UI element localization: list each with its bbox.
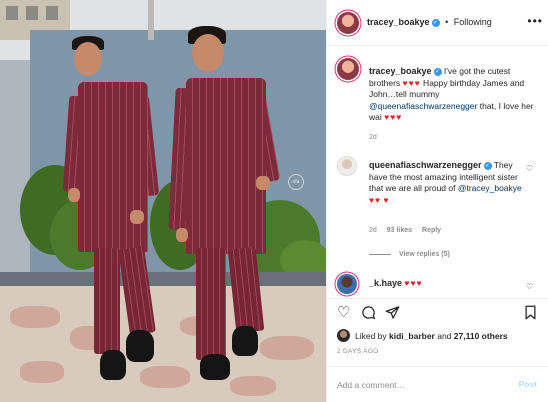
photo-watermark: ofa (288, 174, 304, 190)
post-comment-button[interactable]: Post (519, 379, 537, 389)
caption-time[interactable]: 2d (369, 134, 377, 141)
heart-emojis: ♥♥♥ (402, 77, 421, 88)
post-header: tracey_boakye ✓ • Following ••• (327, 0, 548, 46)
comment-text: _k.haye ♥♥♥ (369, 278, 423, 288)
caption-mention[interactable]: @queenafiaschwarzenegger (369, 101, 477, 111)
commenter-username[interactable]: queenafiaschwarzenegger (369, 160, 482, 170)
heart-emojis: ♥♥ (369, 194, 382, 205)
comment-time[interactable]: 2d (369, 227, 377, 234)
add-comment-input[interactable] (337, 378, 497, 392)
heart-emojis: ♥♥♥ (404, 278, 423, 288)
likes-prefix: Liked by (355, 331, 390, 341)
verified-icon: ✓ (431, 18, 440, 27)
verified-icon: ✓ (483, 161, 492, 170)
author-row: tracey_boakye ✓ • Following (367, 17, 492, 27)
action-bar: ♡ (327, 298, 548, 328)
comment-text: queenafiaschwarzenegger ✓ They have the m… (369, 160, 529, 206)
view-replies-label: View replies (5) (399, 251, 450, 258)
photo-ledge (0, 272, 326, 286)
dot-separator: • (445, 17, 449, 27)
view-replies-button[interactable]: View replies (5) (369, 251, 450, 258)
commenter-username[interactable]: _k.haye (369, 278, 402, 288)
reply-button[interactable]: Reply (422, 227, 441, 234)
comment-mention[interactable]: @tracey_boakye (458, 183, 522, 193)
commenter-avatar[interactable] (337, 274, 357, 294)
caption-avatar[interactable] (337, 58, 359, 80)
add-comment-bar: Post (327, 366, 548, 402)
like-comment-icon[interactable]: ♡ (526, 164, 533, 173)
more-options-icon[interactable]: ••• (527, 14, 543, 28)
like-comment-icon[interactable]: ♡ (526, 282, 533, 291)
author-username[interactable]: tracey_boakye (367, 17, 430, 27)
share-icon[interactable] (385, 305, 400, 324)
caption-username[interactable]: tracey_boakye (369, 66, 432, 76)
likes-count[interactable]: 27,110 others (454, 331, 508, 341)
post-date[interactable]: 2 DAYS AGO (337, 348, 379, 355)
likes-middle: and (434, 331, 454, 341)
comment-meta: 2d 93 likes Reply (369, 227, 449, 234)
author-avatar[interactable] (337, 12, 359, 34)
bookmark-icon[interactable] (524, 305, 537, 324)
comment-likes[interactable]: 93 likes (387, 227, 412, 234)
verified-icon: ✓ (433, 67, 442, 76)
heart-icon[interactable]: ♡ (337, 305, 350, 321)
comment-icon[interactable] (361, 305, 376, 324)
liker-avatar[interactable] (337, 329, 350, 342)
heart-emojis: ♥♥♥ (384, 112, 403, 122)
commenter-avatar[interactable] (337, 156, 357, 176)
liker-username[interactable]: kidi_barber (389, 331, 435, 341)
likes-summary: Liked by kidi_barber and 27,110 others (327, 328, 548, 344)
heart-emojis: ♥ (383, 194, 390, 205)
likes-text: Liked by kidi_barber and 27,110 others (355, 331, 508, 341)
post-photo[interactable]: ofa (0, 0, 326, 402)
post-side-panel: tracey_boakye ✓ • Following ••• tracey_bo… (326, 0, 548, 402)
caption-text: tracey_boakye ✓ I've got the cutest broth… (369, 66, 541, 124)
photo-patio (0, 286, 326, 402)
comments-list[interactable]: tracey_boakye ✓ I've got the cutest broth… (327, 46, 548, 298)
following-button[interactable]: Following (454, 17, 492, 27)
